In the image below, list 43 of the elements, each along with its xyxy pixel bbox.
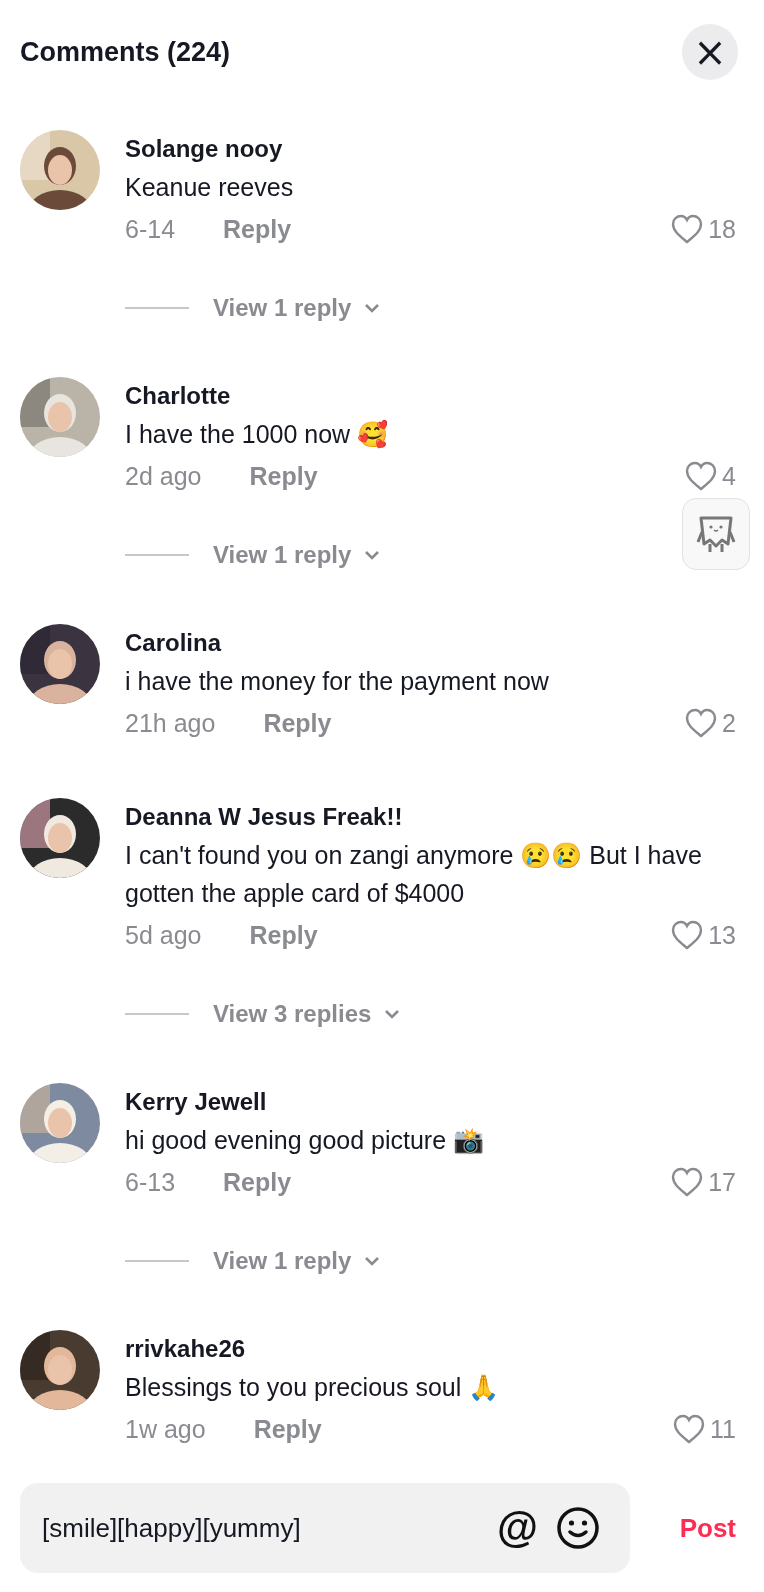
comment-text: hi good evening good picture 📸	[125, 1125, 486, 1156]
mention-button[interactable]: @	[497, 1504, 538, 1552]
view-replies-link[interactable]: View 1 reply	[213, 541, 382, 569]
comment-time: 5d ago	[125, 920, 202, 950]
reply-link[interactable]: Reply	[249, 461, 318, 491]
comment-time: 6-13	[125, 1167, 176, 1197]
view-replies-link[interactable]: View 1 reply	[213, 294, 382, 322]
comment-text: Keanue reeves	[125, 172, 295, 203]
author-name[interactable]: rrivkahe26	[125, 1330, 736, 1368]
author-name[interactable]: Kerry Jewell	[125, 1083, 736, 1121]
comment-text: I have the 1000 now 🥰	[125, 419, 390, 451]
reply-link[interactable]: Reply	[253, 1414, 322, 1444]
comment-time: 2d ago	[125, 461, 202, 491]
chevron-down-icon	[363, 302, 382, 314]
close-button[interactable]: ×	[682, 24, 738, 80]
mascot-icon[interactable]	[682, 498, 750, 570]
comment-time: 1w ago	[125, 1414, 206, 1444]
panel-title: Comments (224)	[20, 36, 231, 68]
reply-link[interactable]: Reply	[223, 214, 292, 244]
comment-field[interactable]: [smile][happy][yummy] @	[20, 1483, 630, 1573]
author-name[interactable]: Solange nooy	[125, 130, 736, 168]
post-button[interactable]: Post	[679, 1512, 736, 1544]
comment-text: I can't found you on zangi anymore 😢😢 But I have gotten the apple card of $4000	[125, 840, 703, 909]
comment-text: Blessings to you precious soul 🙏	[125, 1372, 501, 1403]
author-name[interactable]: Charlotte	[125, 377, 736, 415]
like-button[interactable]: 17	[670, 1166, 736, 1198]
like-button[interactable]: 13	[670, 919, 736, 951]
chevron-down-icon	[363, 1255, 382, 1267]
like-button[interactable]: 11	[672, 1413, 736, 1445]
author-name[interactable]: Deanna W Jesus Freak!!	[125, 798, 736, 836]
chevron-down-icon	[383, 1008, 402, 1020]
comment-time: 6-14	[125, 214, 176, 244]
like-button[interactable]: 18	[670, 213, 736, 245]
emoji-icon[interactable]	[556, 1506, 600, 1550]
author-name[interactable]: Carolina	[125, 624, 736, 662]
view-replies-link[interactable]: View 1 reply	[213, 1247, 382, 1275]
comment-time: 21h ago	[125, 708, 216, 738]
reply-link[interactable]: Reply	[263, 708, 332, 738]
reply-link[interactable]: Reply	[249, 920, 318, 950]
reply-link[interactable]: Reply	[223, 1167, 292, 1197]
comment-text: i have the money for the payment now	[125, 666, 550, 697]
view-replies-link[interactable]: View 3 replies	[213, 1000, 402, 1028]
chevron-down-icon	[363, 549, 382, 561]
